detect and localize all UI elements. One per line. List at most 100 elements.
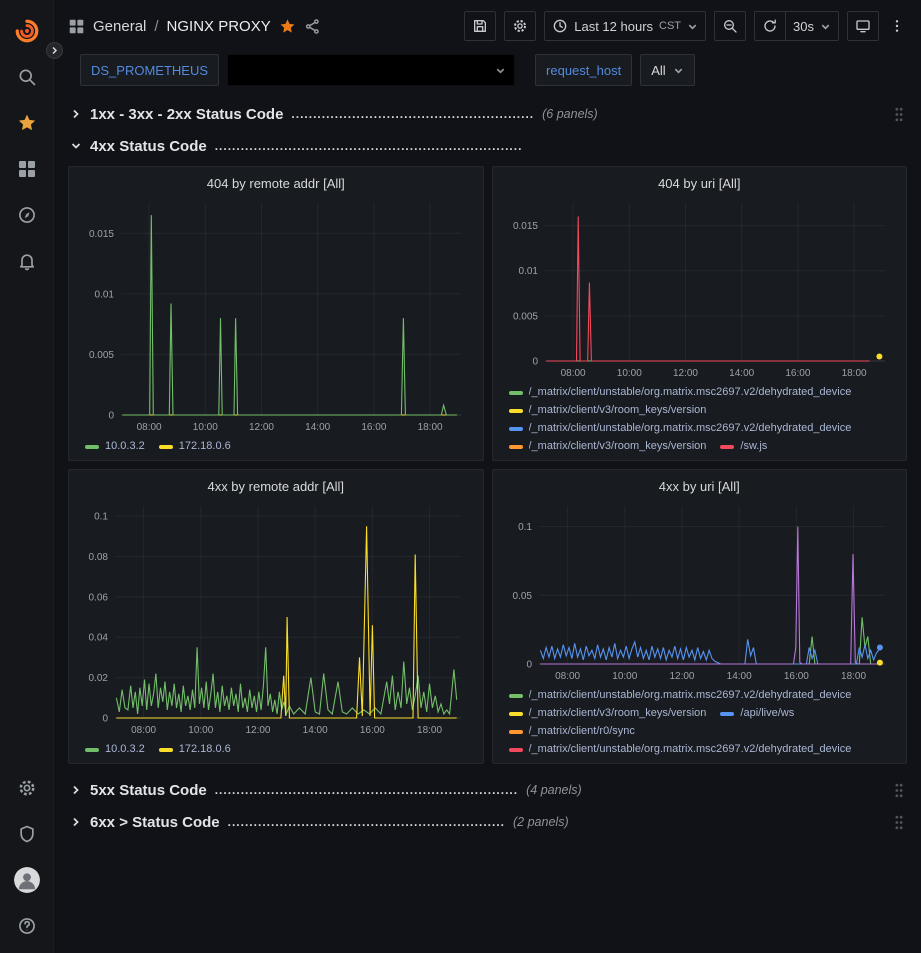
series-color-swatch (509, 409, 523, 413)
svg-text:12:00: 12:00 (249, 422, 274, 433)
user-avatar[interactable] (0, 857, 54, 903)
zoom-out-icon (722, 18, 738, 34)
dashboard-settings-button[interactable] (504, 11, 536, 41)
svg-text:0.01: 0.01 (518, 266, 538, 277)
sidebar (0, 0, 54, 953)
svg-text:14:00: 14:00 (303, 725, 328, 736)
series-color-swatch (159, 748, 173, 752)
favorite-star-icon[interactable] (279, 18, 296, 35)
zoom-out-button[interactable] (714, 11, 746, 41)
legend-item[interactable]: /sw.js (720, 439, 767, 454)
svg-text:16:00: 16:00 (785, 368, 810, 379)
legend-item[interactable]: 172.18.0.6 (159, 742, 231, 757)
dashboard-title[interactable]: NGINX PROXY (167, 18, 271, 35)
legend-item[interactable]: /_matrix/client/v3/room_keys/version (509, 403, 707, 418)
legend: /_matrix/client/unstable/org.matrix.msc2… (503, 381, 897, 454)
time-range-picker[interactable]: Last 12 hours CST (544, 11, 706, 41)
breadcrumb-section[interactable]: General (93, 18, 146, 35)
save-dashboard-button[interactable] (464, 11, 496, 41)
svg-text:08:00: 08:00 (555, 671, 580, 682)
svg-text:08:00: 08:00 (137, 422, 162, 433)
svg-text:0.005: 0.005 (89, 350, 114, 361)
svg-text:14:00: 14:00 (305, 422, 330, 433)
legend-item[interactable]: 172.18.0.6 (159, 439, 231, 454)
request-host-variable-label[interactable]: request_host (535, 54, 632, 86)
series-color-swatch (85, 445, 99, 449)
legend-item[interactable]: /_matrix/client/unstable/org.matrix.msc2… (509, 385, 852, 400)
panel-4xx-by-uri: 4xx by uri [All] 08:0010:0012:0014:0016:… (492, 469, 908, 764)
legend-item[interactable]: /_matrix/client/unstable/org.matrix.msc2… (509, 742, 852, 757)
row-panel-count: (2 panels) (513, 815, 569, 829)
svg-text:14:00: 14:00 (729, 368, 754, 379)
request-host-value-dropdown[interactable]: All (640, 54, 694, 86)
timezone-label: CST (659, 20, 681, 32)
legend-label: 10.0.3.2 (105, 439, 145, 454)
drag-handle-icon[interactable] (893, 814, 905, 831)
time-series-chart[interactable]: 08:0010:0012:0014:0016:0018:0000.0050.01… (503, 195, 897, 381)
row-header-6xx[interactable]: 6xx > Status Code ......................… (68, 808, 907, 836)
legend-label: 10.0.3.2 (105, 742, 145, 757)
svg-text:14:00: 14:00 (726, 671, 751, 682)
time-series-chart[interactable]: 08:0010:0012:0014:0016:0018:0000.020.040… (79, 498, 473, 738)
breadcrumb: General / NGINX PROXY (68, 18, 321, 35)
svg-text:0.01: 0.01 (95, 289, 115, 300)
legend-item[interactable]: /_matrix/client/r0/sync (509, 724, 635, 739)
starred-dashboards-icon[interactable] (0, 100, 54, 146)
panel-title[interactable]: 4xx by remote addr [All] (79, 474, 473, 498)
legend-item[interactable]: /_matrix/client/unstable/org.matrix.msc2… (509, 421, 852, 436)
panel-title[interactable]: 4xx by uri [All] (503, 474, 897, 498)
svg-text:0: 0 (102, 714, 108, 725)
legend-label: /_matrix/client/v3/room_keys/version (529, 706, 707, 721)
request-host-value: All (651, 63, 665, 78)
ds-prometheus-value-dropdown[interactable] (227, 54, 515, 86)
panel-404-by-remote-addr: 404 by remote addr [All] 08:0010:0012:00… (68, 166, 484, 461)
drag-handle-icon[interactable] (893, 782, 905, 799)
legend-item[interactable]: /_matrix/client/v3/room_keys/version (509, 706, 707, 721)
navbar-actions: Last 12 hours CST 30s (464, 11, 907, 41)
series-color-swatch (720, 712, 734, 716)
time-range-label: Last 12 hours (574, 19, 653, 34)
legend-item[interactable]: /api/live/ws (720, 706, 794, 721)
legend-item[interactable]: /_matrix/client/unstable/org.matrix.msc2… (509, 688, 852, 703)
svg-text:10:00: 10:00 (612, 671, 637, 682)
legend-label: /api/live/ws (740, 706, 794, 721)
alerting-bell-icon[interactable] (0, 238, 54, 284)
tv-mode-button[interactable] (847, 11, 879, 41)
time-series-chart[interactable]: 08:0010:0012:0014:0016:0018:0000.050.1 (503, 498, 897, 684)
dashboards-icon[interactable] (0, 146, 54, 192)
panel-title[interactable]: 404 by remote addr [All] (79, 171, 473, 195)
help-icon[interactable] (0, 903, 54, 949)
share-icon[interactable] (304, 18, 321, 35)
refresh-button[interactable] (754, 11, 786, 41)
save-icon (472, 18, 488, 34)
series-color-swatch (159, 445, 173, 449)
search-icon[interactable] (0, 54, 54, 100)
row-header-4xx[interactable]: 4xx Status Code ........................… (68, 132, 907, 160)
more-options-button[interactable] (887, 11, 907, 41)
expand-sidebar-button[interactable] (46, 42, 63, 59)
legend-item[interactable]: 10.0.3.2 (85, 439, 145, 454)
panel-404-by-uri: 404 by uri [All] 08:0010:0012:0014:0016:… (492, 166, 908, 461)
svg-text:18:00: 18:00 (841, 368, 866, 379)
series-color-swatch (509, 427, 523, 431)
refresh-interval-dropdown[interactable]: 30s (786, 11, 839, 41)
row-header-5xx[interactable]: 5xx Status Code ........................… (68, 776, 907, 804)
legend-item[interactable]: /_matrix/client/v3/room_keys/version (509, 439, 707, 454)
chevron-right-icon (70, 784, 82, 796)
kebab-icon (889, 18, 905, 34)
svg-text:0.1: 0.1 (518, 522, 532, 533)
legend-label: /_matrix/client/unstable/org.matrix.msc2… (529, 385, 852, 400)
tv-icon (855, 18, 871, 34)
svg-text:08:00: 08:00 (560, 368, 585, 379)
admin-shield-icon[interactable] (0, 811, 54, 857)
settings-gear-icon (512, 18, 528, 34)
legend-item[interactable]: 10.0.3.2 (85, 742, 145, 757)
breadcrumb-separator: / (154, 18, 158, 35)
row-header-1xx-3xx-2xx[interactable]: 1xx - 3xx - 2xx Status Code ............… (68, 100, 907, 128)
time-series-chart[interactable]: 08:0010:0012:0014:0016:0018:0000.0050.01… (79, 195, 473, 435)
server-admin-gear-icon[interactable] (0, 765, 54, 811)
drag-handle-icon[interactable] (893, 106, 905, 123)
explore-compass-icon[interactable] (0, 192, 54, 238)
ds-prometheus-variable-label[interactable]: DS_PROMETHEUS (80, 54, 219, 86)
panel-title[interactable]: 404 by uri [All] (503, 171, 897, 195)
